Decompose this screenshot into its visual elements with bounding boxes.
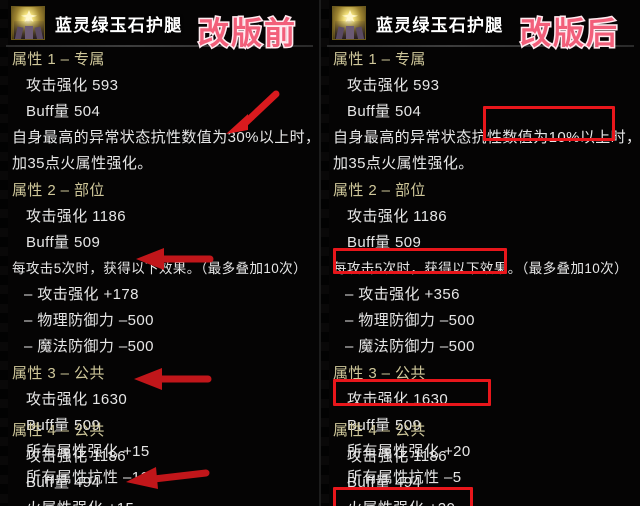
watermark-before: 改版前: [197, 15, 297, 53]
effect-desc: 加35点火属性强化。: [333, 155, 474, 172]
bullet-line: – 攻击强化 +356: [345, 286, 460, 303]
annotation-box-attr1: [483, 106, 615, 141]
section-label: 属性 3 – 公共: [12, 365, 105, 382]
bullet-line: – 魔法防御力 –500: [345, 338, 475, 355]
stat-line: 攻击强化 593: [347, 77, 440, 94]
stat-line: Buff量 504: [347, 103, 422, 120]
section-label: 属性 1 – 专属: [12, 51, 105, 68]
annotation-arrow-allattr: [128, 365, 212, 393]
item-name-after: 蓝灵绿玉石护腿: [376, 16, 504, 35]
section-label: 属性 1 – 专属: [333, 51, 426, 68]
film-edge-decoration: [0, 0, 8, 506]
stat-line: Buff量 509: [26, 234, 101, 251]
section-label: 属性 2 – 部位: [333, 182, 426, 199]
stat-line: Buff量 494: [26, 474, 101, 491]
section-label: 属性 4 – 公共: [12, 422, 105, 439]
bullet-line: – 物理防御力 –500: [24, 312, 154, 329]
film-edge-decoration: [321, 0, 329, 506]
stat-line: Buff量 504: [26, 103, 101, 120]
stat-line: 攻击强化 593: [26, 77, 119, 94]
stat-line: 攻击强化 1186: [26, 208, 127, 225]
stat-line: 火属性强化 +15: [26, 497, 134, 506]
annotation-box-attack: [333, 248, 507, 274]
tooltip-panel-before: 蓝灵绿玉石护腿 属性 1 – 专属 攻击强化 593 Buff量 504 自身最…: [0, 0, 319, 506]
legendary-legs-icon: [332, 6, 366, 40]
legendary-legs-icon: [11, 6, 45, 40]
effect-desc: 加35点火属性强化。: [12, 155, 153, 172]
annotation-arrow-fireattr: [120, 462, 210, 492]
bullet-line: – 魔法防御力 –500: [24, 338, 154, 355]
annotation-arrow-attack: [130, 245, 214, 273]
bullet-line: – 物理防御力 –500: [345, 312, 475, 329]
annotation-box-allattr: [333, 379, 491, 406]
tooltip-panel-after: 蓝灵绿玉石护腿 属性 1 – 专属 攻击强化 593 Buff量 504 自身最…: [321, 0, 640, 506]
annotation-arrow-attr1: [218, 90, 280, 138]
bullet-line: – 攻击强化 +178: [24, 286, 139, 303]
section-label: 属性 2 – 部位: [12, 182, 105, 199]
stat-line: 攻击强化 1186: [347, 208, 448, 225]
stat-line: 攻击强化 1186: [347, 448, 448, 465]
annotation-box-fireattr: [333, 487, 473, 506]
stat-line: 攻击强化 1186: [26, 448, 127, 465]
item-name-before: 蓝灵绿玉石护腿: [55, 16, 183, 35]
stat-line: 攻击强化 1630: [26, 391, 128, 408]
section-label: 属性 4 – 公共: [333, 422, 426, 439]
comparison-screenshot: 蓝灵绿玉石护腿 属性 1 – 专属 攻击强化 593 Buff量 504 自身最…: [0, 0, 640, 506]
watermark-after: 改版后: [519, 15, 619, 53]
